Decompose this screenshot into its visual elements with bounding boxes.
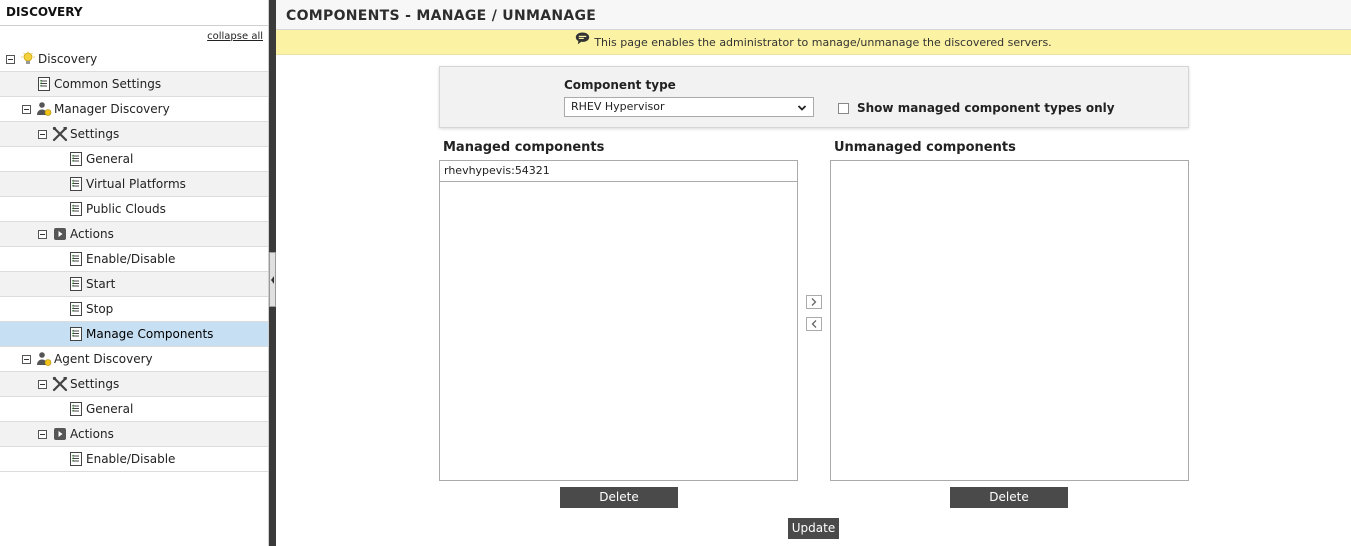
- collapse-toggle-icon[interactable]: [38, 379, 47, 389]
- sidebar-item-label: Settings: [70, 127, 120, 141]
- agent-icon: [36, 351, 52, 367]
- sidebar-item-public-clouds[interactable]: Public Clouds: [0, 197, 268, 222]
- main-content: COMPONENTS - MANAGE / UNMANAGE This page…: [276, 0, 1351, 546]
- sidebar-item-label: Stop: [86, 302, 114, 316]
- tools-icon: [52, 376, 68, 392]
- sidebar-item-label: Enable/Disable: [86, 252, 176, 266]
- sidebar-item-common-settings[interactable]: Common Settings: [0, 72, 268, 97]
- sidebar-item-label: Agent Discovery: [54, 352, 153, 366]
- collapse-all-link[interactable]: collapse all: [207, 31, 263, 42]
- discovery-tree: Discovery Common Settings Manager Discover…: [0, 47, 268, 472]
- sidebar-item-manager-discovery[interactable]: Manager Discovery: [0, 97, 268, 122]
- page-icon: [68, 451, 84, 467]
- sidebar-item-enable-disable[interactable]: Enable/Disable: [0, 447, 268, 472]
- play-icon: [52, 426, 68, 442]
- sidebar-item-start[interactable]: Start: [0, 272, 268, 297]
- unmanaged-components-title: Unmanaged components: [834, 140, 1016, 155]
- sidebar-item-actions[interactable]: Actions: [0, 422, 268, 447]
- page-icon: [68, 276, 84, 292]
- page-icon: [36, 76, 52, 92]
- update-button[interactable]: Update: [788, 518, 839, 539]
- sidebar-title: DISCOVERY: [0, 0, 268, 26]
- sidebar-item-label: Enable/Disable: [86, 452, 176, 466]
- page-icon: [68, 401, 84, 417]
- play-icon: [52, 226, 68, 242]
- collapse-toggle-icon[interactable]: [38, 429, 47, 439]
- chevron-down-icon: [797, 101, 807, 111]
- speech-bubble-icon: [575, 32, 590, 48]
- move-to-managed-button[interactable]: [806, 317, 822, 331]
- page-icon: [68, 326, 84, 342]
- sidebar-item-discovery[interactable]: Discovery: [0, 47, 268, 72]
- sidebar-item-label: Start: [86, 277, 116, 291]
- sidebar-item-label: Settings: [70, 377, 120, 391]
- delete-managed-components-button[interactable]: Delete Components: [560, 487, 678, 525]
- sidebar-item-settings[interactable]: Settings: [0, 122, 268, 147]
- sidebar-item-enable-disable[interactable]: Enable/Disable: [0, 247, 268, 272]
- page-icon: [68, 176, 84, 192]
- managed-components-list[interactable]: rhevhypevis:54321: [439, 160, 798, 481]
- sidebar-item-general[interactable]: General: [0, 397, 268, 422]
- chevron-right-icon: [811, 298, 817, 306]
- sidebar-item-agent-discovery[interactable]: Agent Discovery: [0, 347, 268, 372]
- collapse-toggle-icon[interactable]: [38, 229, 47, 239]
- sidebar-item-general[interactable]: General: [0, 147, 268, 172]
- sidebar-item-label: Common Settings: [54, 77, 162, 91]
- component-type-label: Component type: [564, 78, 676, 92]
- page-title: COMPONENTS - MANAGE / UNMANAGE: [276, 0, 1351, 30]
- show-managed-only-checkbox[interactable]: [838, 102, 849, 114]
- sidebar-item-actions[interactable]: Actions: [0, 222, 268, 247]
- delete-unmanaged-components-button[interactable]: Delete Components: [950, 487, 1068, 525]
- info-text: This page enables the administrator to m…: [594, 35, 1052, 49]
- move-to-unmanaged-button[interactable]: [806, 295, 822, 309]
- sidebar-item-label: Actions: [70, 427, 114, 441]
- show-managed-only-option[interactable]: Show managed component types only: [838, 101, 1115, 115]
- sidebar-item-label: Manager Discovery: [54, 102, 170, 116]
- component-type-value: RHEV Hypervisor: [571, 100, 665, 113]
- sidebar-item-stop[interactable]: Stop: [0, 297, 268, 322]
- sidebar-item-label: General: [86, 402, 134, 416]
- component-type-panel: Component type RHEV Hypervisor Show mana…: [439, 66, 1189, 128]
- collapse-sidebar-handle[interactable]: [269, 252, 276, 307]
- sidebar-item-label: Discovery: [38, 52, 98, 66]
- managed-components-title: Managed components: [443, 140, 605, 155]
- page-icon: [68, 201, 84, 217]
- sidebar-item-label: Public Clouds: [86, 202, 166, 216]
- sidebar-item-label: Manage Components: [86, 327, 214, 341]
- component-type-select[interactable]: RHEV Hypervisor: [564, 97, 814, 117]
- tools-icon: [52, 126, 68, 142]
- collapse-toggle-icon[interactable]: [22, 354, 31, 364]
- page-icon: [68, 251, 84, 267]
- sidebar-item-manage-components[interactable]: Manage Components: [0, 322, 268, 347]
- sidebar-item-label: Virtual Platforms: [86, 177, 186, 191]
- collapse-toggle-icon[interactable]: [6, 54, 15, 64]
- sidebar-item-settings[interactable]: Settings: [0, 372, 268, 397]
- info-banner: This page enables the administrator to m…: [276, 30, 1351, 55]
- sidebar-item-virtual-platforms[interactable]: Virtual Platforms: [0, 172, 268, 197]
- list-item[interactable]: rhevhypevis:54321: [440, 161, 797, 182]
- sidebar: DISCOVERY collapse all Discovery Common S…: [0, 0, 269, 546]
- bulb-icon: [20, 51, 36, 67]
- manager-icon: [36, 101, 52, 117]
- collapse-toggle-icon[interactable]: [38, 129, 47, 139]
- collapse-toggle-icon[interactable]: [22, 104, 31, 114]
- unmanaged-components-list[interactable]: [830, 160, 1189, 481]
- sidebar-item-label: Actions: [70, 227, 114, 241]
- page-icon: [68, 151, 84, 167]
- page-icon: [68, 301, 84, 317]
- show-managed-only-label: Show managed component types only: [857, 101, 1115, 115]
- chevron-left-icon: [811, 320, 817, 328]
- sidebar-item-label: General: [86, 152, 134, 166]
